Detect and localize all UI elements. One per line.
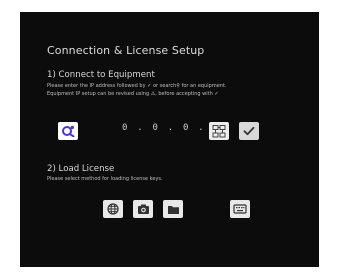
connect-description-line-2: Equipment IP setup can be revised using … xyxy=(47,91,219,98)
connect-desc-part-b: or search xyxy=(152,83,177,89)
folder-icon xyxy=(167,205,179,214)
connect-description-line-1: Please enter the IP address followed by … xyxy=(47,83,227,90)
checkmark-icon xyxy=(243,126,255,136)
load-license-folder-button[interactable] xyxy=(163,200,183,218)
equipment-ip-setup-button[interactable] xyxy=(209,122,229,140)
license-section-title: 2) Load License xyxy=(47,164,115,174)
connect-section-title: 1) Connect to Equipment xyxy=(47,70,155,80)
ip-address-field[interactable]: 0 . 0 . 0 . 0 xyxy=(122,123,221,133)
keyboard-icon xyxy=(233,204,247,214)
search-equipment-button[interactable] xyxy=(58,122,78,140)
connect-desc-part-a: Please enter the IP address followed by xyxy=(47,83,146,89)
search-icon xyxy=(62,125,75,137)
network-topology-icon xyxy=(212,124,226,137)
search-inline-icon: ⚲ xyxy=(176,83,180,89)
load-license-camera-button[interactable] xyxy=(133,200,153,218)
connect-desc-part-e: , before accepting with xyxy=(155,91,213,97)
globe-icon xyxy=(107,203,119,215)
load-license-web-button[interactable] xyxy=(103,200,123,218)
accept-button[interactable] xyxy=(239,122,259,140)
checkmark-inline-icon-2: ✓ xyxy=(214,91,219,97)
license-description: Please select method for loading license… xyxy=(47,176,163,182)
camera-icon xyxy=(137,204,149,214)
connect-desc-part-d: Equipment IP setup can be revised using xyxy=(47,91,150,97)
setup-panel: Connection & License Setup 1) Connect to… xyxy=(20,12,319,267)
load-license-keyboard-button[interactable] xyxy=(230,200,250,218)
checkmark-inline-icon: ✓ xyxy=(147,83,152,89)
connect-desc-part-c: for an equipment. xyxy=(181,83,227,89)
page-title: Connection & License Setup xyxy=(47,44,205,57)
